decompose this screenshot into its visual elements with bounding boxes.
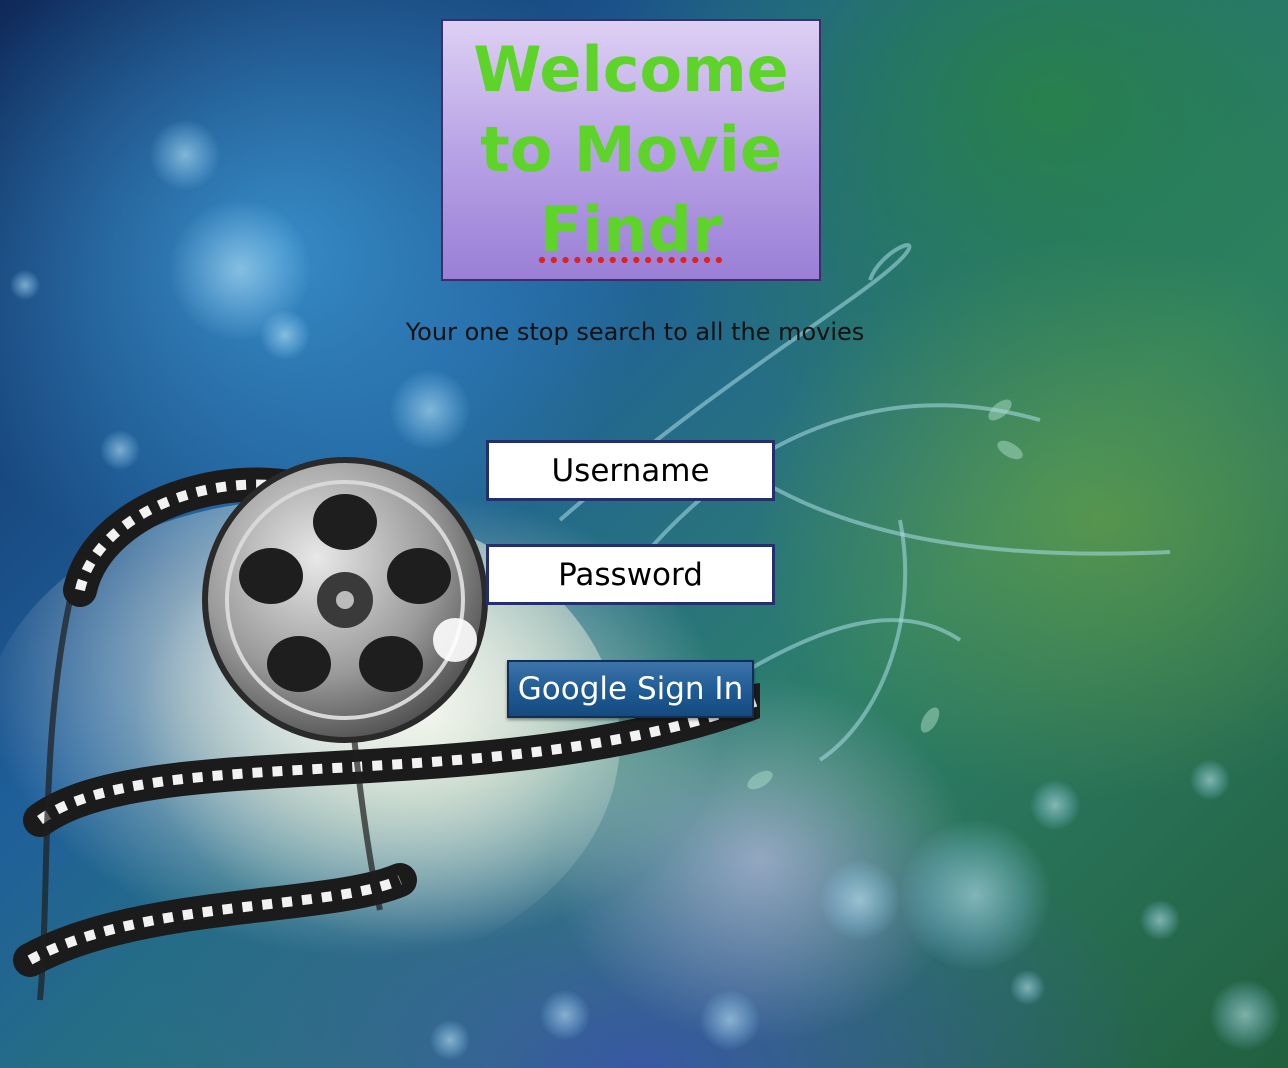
welcome-title-box: Welcome to Movie Findr: [441, 19, 821, 281]
title-line-3: Findr: [539, 193, 723, 266]
film-reel-illustration: [0, 457, 760, 1001]
title-line-1: Welcome: [473, 33, 789, 106]
page-title: Welcome to Movie Findr: [463, 30, 798, 270]
google-sign-in-button[interactable]: Google Sign In: [507, 660, 754, 718]
username-field[interactable]: [486, 440, 775, 501]
tagline: Your one stop search to all the movies: [405, 318, 865, 346]
title-line-2: to Movie: [480, 113, 782, 186]
password-field[interactable]: [486, 544, 775, 605]
